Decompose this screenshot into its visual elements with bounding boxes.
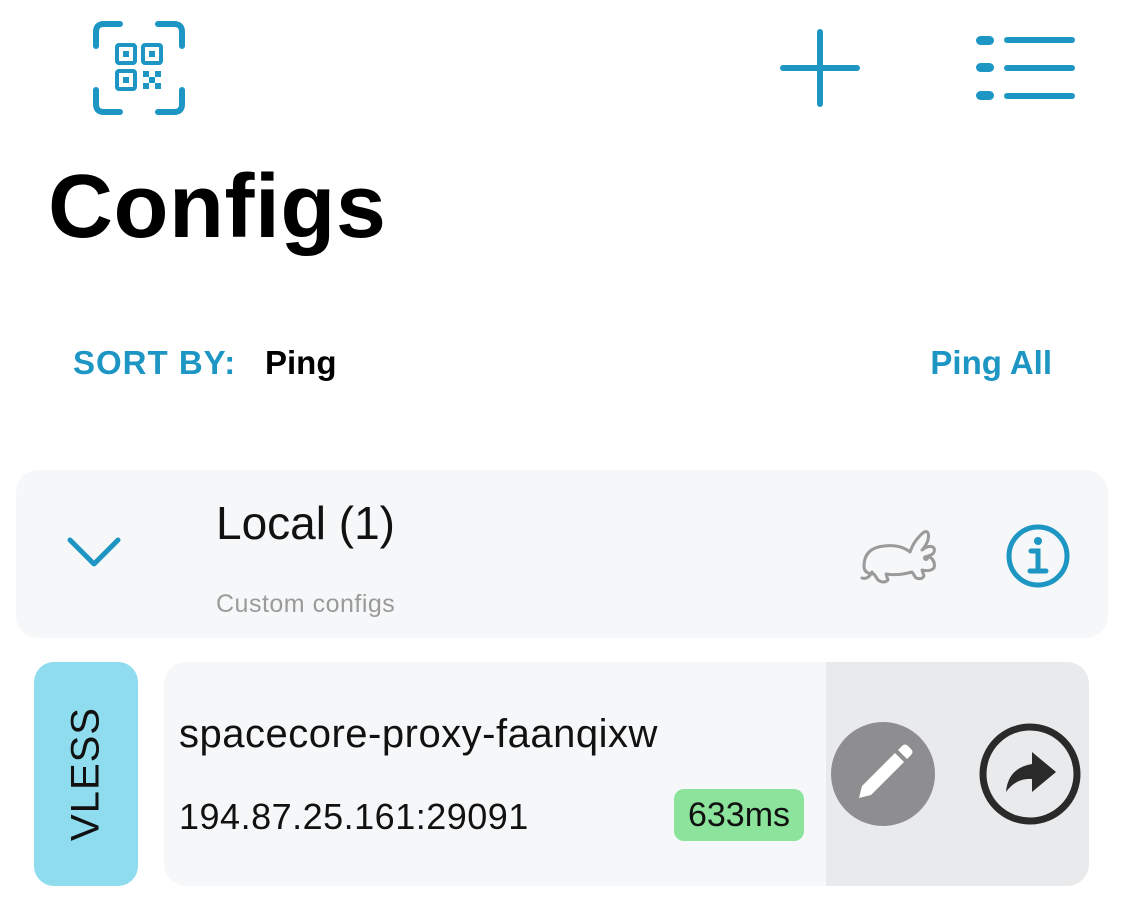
share-config-button[interactable] xyxy=(976,722,1084,826)
qr-scan-button[interactable] xyxy=(88,18,190,118)
ping-all-button[interactable]: Ping All xyxy=(900,344,1052,382)
info-icon xyxy=(1006,524,1070,588)
sort-by-selector[interactable]: Ping xyxy=(265,344,337,382)
edit-config-button[interactable] xyxy=(831,722,935,826)
group-title: Local (1) xyxy=(216,497,395,549)
protocol-label: VLESS xyxy=(63,707,108,841)
config-group-header[interactable] xyxy=(16,470,1108,638)
config-name: spacecore-proxy-faanqixw xyxy=(179,712,658,756)
add-config-button[interactable] xyxy=(776,26,864,110)
group-subtitle: Custom configs xyxy=(216,590,396,618)
chevron-down-icon xyxy=(67,537,121,567)
page-title: Configs xyxy=(48,157,387,257)
menu-button[interactable] xyxy=(974,30,1078,106)
fastest-config-button[interactable] xyxy=(858,526,942,586)
list-menu-icon xyxy=(976,36,1075,100)
pencil-icon xyxy=(859,744,913,798)
plus-icon xyxy=(780,29,860,107)
share-arrow-icon xyxy=(979,723,1081,825)
rabbit-icon xyxy=(860,530,936,584)
config-address: 194.87.25.161:29091 xyxy=(179,796,529,837)
collapse-group-button[interactable] xyxy=(66,532,122,572)
group-info-button[interactable] xyxy=(1000,524,1076,588)
qr-scan-icon xyxy=(93,21,185,115)
ping-latency-badge: 633ms xyxy=(674,789,804,841)
sort-by-label: SORT BY: xyxy=(73,344,237,381)
